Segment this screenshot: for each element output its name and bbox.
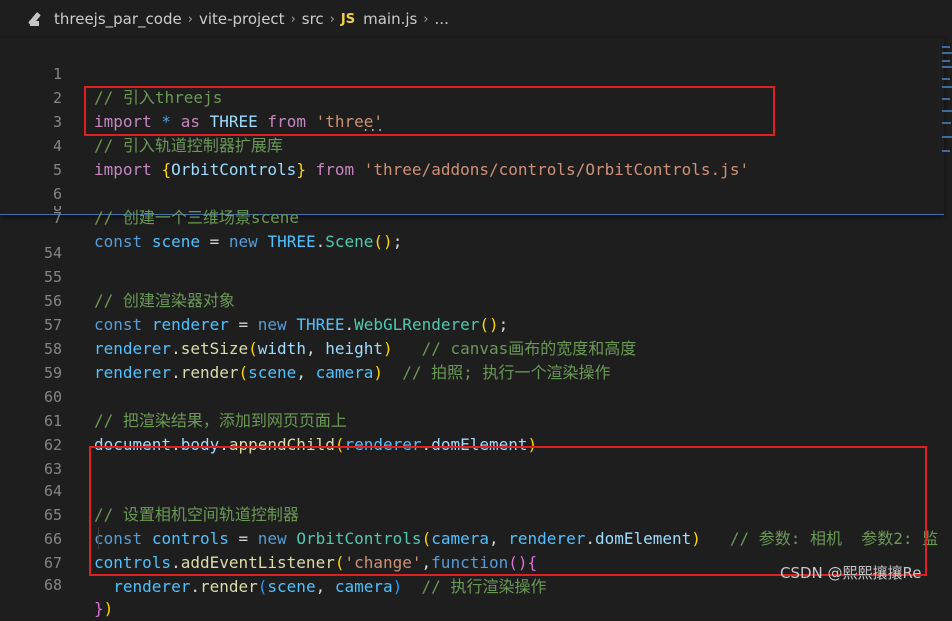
line-number: 8 (0, 206, 62, 214)
code-line[interactable]: 66 controls.addEventListener('change',fu… (0, 503, 944, 572)
operator: . (315, 232, 326, 251)
keyword: new (228, 232, 258, 251)
identifier: THREE (267, 232, 316, 251)
code-line[interactable]: 8 (0, 206, 944, 214)
code-line[interactable]: 61 document.body.appendChild(renderer.do… (0, 385, 944, 454)
code-line[interactable]: 64 // 设置相机空间轨道控制器 (0, 455, 944, 524)
code-line[interactable]: 2 import * as THREE from 'three' (0, 62, 944, 131)
keyword: const (94, 232, 143, 251)
breadcrumb-item-folder[interactable]: vite-project (199, 10, 285, 28)
code-line[interactable]: 60 // 把渲染结果，添加到网页页面上 (0, 361, 944, 430)
operator: = (199, 232, 229, 251)
chevron-right-icon: › (290, 11, 296, 27)
breadcrumb-item-symbols[interactable]: ... (435, 10, 449, 28)
identifier: scene (151, 232, 200, 251)
breadcrumb-item-src[interactable]: src (302, 10, 324, 28)
code-line[interactable]: 67 renderer.render(scene, camera) // 执行渲… (0, 527, 944, 596)
sticky-scroll-header[interactable]: 1 // 引入threejs 2 import * as THREE from … (0, 38, 944, 251)
code-line[interactable]: 58 renderer.render(scene, camera) // 拍照;… (0, 313, 944, 382)
chevron-right-icon: › (423, 11, 429, 27)
code-line[interactable]: 59 (0, 337, 944, 382)
bracket: ) (103, 599, 114, 618)
breadcrumb-item-project[interactable]: threejs_par_code (54, 10, 182, 28)
breadcrumb-item-file[interactable]: main.js (363, 10, 417, 28)
code-line[interactable]: 5 (0, 134, 944, 179)
code-line[interactable]: 62 (0, 409, 944, 454)
code-line[interactable]: 6 // 创建一个三维场景scene (0, 158, 944, 227)
code-line[interactable]: 3 // 引入轨道控制器扩展库 (0, 86, 944, 155)
operator: ; (392, 232, 403, 251)
code-line[interactable]: 4 import {OrbitControls} from 'three/add… (0, 110, 944, 179)
code-line[interactable]: 56 const renderer = new THREE.WebGLRende… (0, 265, 944, 334)
minimap[interactable] (940, 38, 952, 208)
edit-file-icon (28, 12, 44, 26)
watermark: CSDN @熙熙攘攘Re (780, 564, 922, 582)
bracket: } (94, 599, 104, 618)
breadcrumb: threejs_par_code › vite-project › src › … (0, 0, 952, 38)
chevron-right-icon: › (329, 11, 335, 27)
hover-hint[interactable]: ... (362, 120, 384, 134)
code-line[interactable]: 57 renderer.setSize(width, height) // ca… (0, 289, 944, 358)
code-line[interactable]: 1 // 引入threejs (0, 38, 944, 107)
javascript-file-icon: JS (340, 11, 356, 27)
chevron-right-icon: › (187, 11, 193, 27)
class-name: Scene (325, 232, 374, 251)
bracket: () (373, 232, 393, 251)
code-line[interactable]: 63 (0, 433, 944, 478)
code-line[interactable]: 7 const scene = new THREE.Scene(); (0, 182, 944, 251)
code-line[interactable]: 65 const controls = new OrbitControls(ca… (0, 479, 944, 548)
